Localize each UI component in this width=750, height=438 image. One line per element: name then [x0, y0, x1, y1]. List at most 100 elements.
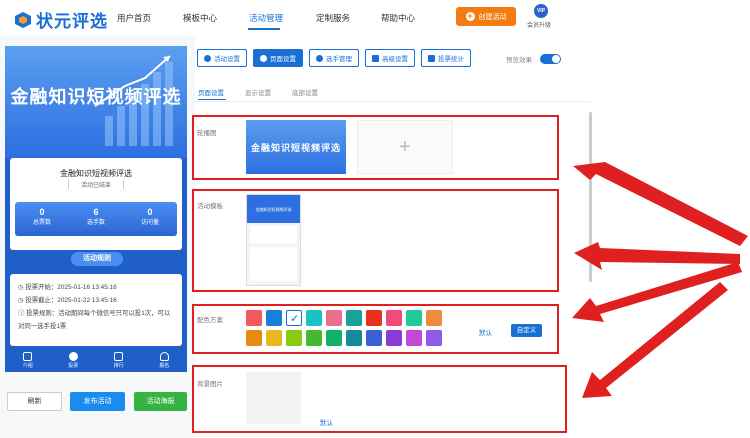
color-swatch[interactable]	[246, 310, 262, 326]
vote-start-text: 投票开始：2025-01-16 13:45:16	[25, 284, 117, 291]
stat-value: 0	[147, 207, 153, 217]
template-label: 活动模板	[197, 203, 223, 210]
vote-rule-text: 投票规则：活动期间每个微信号只可以投1次，可以对同一选手投1票	[18, 310, 171, 330]
color-swatch[interactable]	[346, 330, 362, 346]
color-swatch[interactable]	[266, 310, 282, 326]
color-swatch[interactable]	[326, 330, 342, 346]
vip-upgrade-label[interactable]: 会员升级	[527, 20, 551, 29]
vote-rule-info: ⓘ 投票规则：活动期间每个微信号只可以投1次，可以对同一选手投1票	[18, 310, 171, 330]
advanced-settings-button[interactable]: 高级设置	[365, 49, 415, 67]
nav-item-activity-management[interactable]: 活动管理	[249, 12, 283, 24]
brand-name: 状元评选	[36, 12, 108, 31]
background-label: 背景图片	[197, 381, 223, 388]
tab-label: 投票	[68, 363, 79, 369]
stat-label: 访问量	[140, 220, 159, 226]
subtab-active-underline	[198, 99, 226, 100]
color-swatch[interactable]	[366, 310, 382, 326]
nav-item-custom-service[interactable]: 定制服务	[316, 12, 350, 24]
color-swatch[interactable]	[306, 310, 322, 326]
bar-chart-icon	[428, 54, 435, 62]
doc-icon	[23, 352, 33, 361]
color-swatch-grid: ✓	[246, 310, 442, 346]
preview-toggle[interactable]	[540, 54, 561, 64]
toolbar-button-label: 活动设置	[214, 56, 240, 63]
annotation-arrow-background	[582, 282, 728, 398]
color-default-link[interactable]: 默认	[479, 327, 492, 337]
add-carousel-button[interactable]: +	[357, 120, 453, 174]
stat-value: 6	[93, 207, 99, 217]
activity-summary-card: 金融知识短视频评选 活动已结束 0 总票数 6 选手数 0 访问量	[10, 158, 182, 250]
create-activity-button[interactable]: + 创建活动	[456, 7, 516, 26]
nav-active-underline	[248, 28, 280, 30]
nav-item-home[interactable]: 用户首页	[117, 12, 151, 24]
color-swatch[interactable]	[266, 330, 282, 346]
color-swatch[interactable]	[426, 310, 442, 326]
nav-item-help[interactable]: 帮助中心	[381, 12, 415, 24]
color-swatch[interactable]	[386, 330, 402, 346]
brand-logo[interactable]: 状元评选	[14, 7, 108, 32]
activity-settings-button[interactable]: 活动设置	[197, 49, 247, 67]
tab-ranking[interactable]: 排行	[114, 349, 124, 372]
settings-scrollbar[interactable]	[589, 112, 592, 282]
carousel-image[interactable]: 金融知识短视频评选	[246, 120, 346, 174]
stat-value: 0	[39, 207, 45, 217]
logo-icon	[15, 11, 31, 28]
annotation-arrow-carousel	[573, 162, 748, 246]
preview-toggle-label: 预览效果	[506, 57, 532, 64]
color-swatch[interactable]	[306, 330, 322, 346]
phone-preview: 金融知识短视频评选 金融知识短视频评选 活动已结束 0 总票数 6 选手数 0 …	[5, 46, 187, 372]
stat-label: 选手数	[86, 220, 105, 226]
stat-label: 总票数	[32, 220, 51, 226]
activity-status: 活动已结束	[68, 180, 124, 189]
color-swatch[interactable]	[406, 310, 422, 326]
template-thumbnail[interactable]: 金融知识短视频评选	[246, 194, 301, 286]
subtab-divider	[196, 101, 590, 102]
background-default-link[interactable]: 默认	[320, 417, 333, 427]
color-swatch[interactable]	[286, 330, 302, 346]
color-scheme-label: 配色方案	[197, 317, 223, 324]
subtab-footer-settings[interactable]: 底部设置	[292, 87, 318, 97]
color-custom-button[interactable]: 自定义	[511, 324, 542, 337]
page-settings-button[interactable]: 页面设置	[253, 49, 303, 67]
color-swatch[interactable]	[246, 330, 262, 346]
toolbar-button-label: 高级设置	[382, 56, 408, 63]
background-image-placeholder[interactable]	[246, 372, 301, 424]
vote-statistics-button[interactable]: 投票统计	[421, 49, 471, 67]
carousel-label: 轮播图	[197, 130, 217, 137]
color-swatch[interactable]	[386, 310, 402, 326]
nav-item-templates[interactable]: 模板中心	[183, 12, 217, 24]
vote-icon	[68, 352, 78, 361]
color-swatch[interactable]	[406, 330, 422, 346]
plus-icon: +	[465, 11, 475, 21]
activity-rules-button[interactable]: 活动规则	[71, 252, 123, 266]
tab-signup[interactable]: 报名	[159, 349, 169, 372]
subtab-display-settings[interactable]: 显示设置	[245, 87, 271, 97]
ranking-icon	[114, 352, 124, 361]
publish-button[interactable]: 发布活动	[70, 392, 125, 411]
annotation-arrow-color	[572, 262, 742, 322]
banner-title: 金融知识短视频评选	[10, 87, 182, 107]
vip-badge-icon[interactable]: VIP	[534, 4, 548, 18]
stat-contestants: 6 选手数	[87, 207, 105, 236]
tab-label: 报名	[159, 363, 170, 369]
tab-intro[interactable]: 介绍	[23, 349, 33, 372]
preview-banner: 金融知识短视频评选	[5, 46, 187, 158]
stat-visits: 0 访问量	[141, 207, 159, 236]
vote-end-info: ◷ 投票截止：2025-01-22 13:45:16	[18, 297, 117, 304]
color-swatch[interactable]	[346, 310, 362, 326]
activity-info-box: ◷ 投票开始：2025-01-16 13:45:16 ◷ 投票截止：2025-0…	[10, 274, 182, 346]
create-activity-label: 创建活动	[478, 13, 507, 21]
color-swatch[interactable]	[426, 330, 442, 346]
tab-label: 介绍	[22, 363, 33, 369]
contestant-management-button[interactable]: 选手管理	[309, 49, 359, 67]
color-swatch[interactable]: ✓	[286, 310, 302, 326]
poster-button[interactable]: 活动海报	[134, 392, 187, 411]
vote-start-info: ◷ 投票开始：2025-01-16 13:45:16	[18, 284, 117, 291]
refresh-button[interactable]: 刷新	[7, 392, 62, 411]
color-swatch[interactable]	[366, 330, 382, 346]
gear-icon	[204, 54, 211, 62]
tab-vote[interactable]: 投票	[68, 349, 78, 372]
subtab-page-settings[interactable]: 页面设置	[198, 87, 224, 97]
template-thumb-card	[250, 247, 297, 281]
color-swatch[interactable]	[326, 310, 342, 326]
